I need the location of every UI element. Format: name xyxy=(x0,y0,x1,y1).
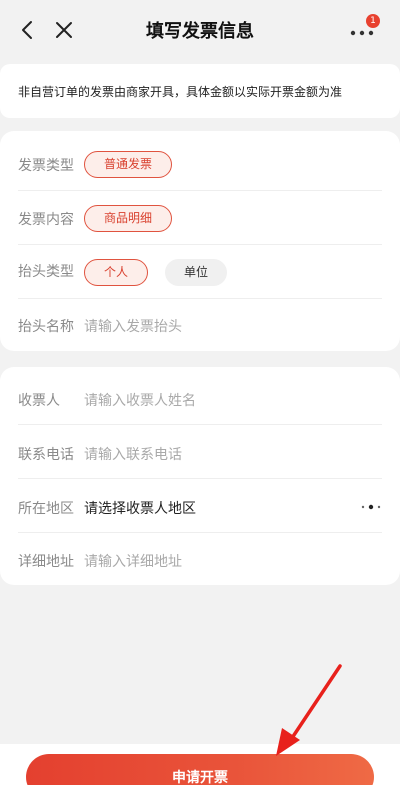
invoice-content-row: 发票内容 商品明细 xyxy=(0,191,400,244)
recipient-region-select[interactable]: 请选择收票人地区 xyxy=(84,498,196,518)
recipient-address-input[interactable]: 请输入详细地址 xyxy=(84,551,182,571)
title-type-row: 抬头类型 个人 单位 xyxy=(0,245,400,298)
title-type-chip-company[interactable]: 单位 xyxy=(165,259,227,286)
title-type-label: 抬头类型 xyxy=(18,264,74,280)
recipient-name-label: 收票人 xyxy=(18,393,60,409)
invoice-type-row: 发票类型 普通发票 xyxy=(0,137,400,190)
more-dots-icon[interactable] xyxy=(360,504,382,510)
invoice-info-card: 发票类型 普通发票 发票内容 商品明细 抬头类型 个人 单位 抬头名称 请输入发… xyxy=(0,131,400,351)
title-name-input[interactable]: 请输入发票抬头 xyxy=(84,316,182,336)
recipient-region-row[interactable]: 所在地区 请选择收票人地区 xyxy=(0,479,400,532)
recipient-name-row: 收票人 请输入收票人姓名 xyxy=(0,371,400,424)
invoice-type-label: 发票类型 xyxy=(18,158,74,174)
more-dots-icon xyxy=(350,30,374,36)
invoice-content-label: 发票内容 xyxy=(18,212,74,228)
notice-text: 非自营订单的发票由商家开具，具体金额以实际开票金额为准 xyxy=(18,85,343,99)
top-bar: 填写发票信息 1 xyxy=(0,0,400,60)
notice-banner: 非自营订单的发票由商家开具，具体金额以实际开票金额为准 xyxy=(0,64,400,118)
recipient-address-label: 详细地址 xyxy=(18,554,74,570)
invoice-type-chip-normal[interactable]: 普通发票 xyxy=(84,151,172,178)
title-name-row: 抬头名称 请输入发票抬头 xyxy=(0,299,400,352)
more-menu-button[interactable]: 1 xyxy=(344,14,384,44)
recipient-phone-label: 联系电话 xyxy=(18,447,74,463)
title-name-label: 抬头名称 xyxy=(18,319,74,335)
recipient-phone-row: 联系电话 请输入联系电话 xyxy=(0,425,400,478)
annotation-arrow-icon xyxy=(276,664,342,756)
title-type-chip-personal[interactable]: 个人 xyxy=(84,259,148,286)
invoice-content-chip-detail[interactable]: 商品明细 xyxy=(84,205,172,232)
recipient-name-input[interactable]: 请输入收票人姓名 xyxy=(84,390,196,410)
recipient-region-label: 所在地区 xyxy=(18,501,74,517)
recipient-info-card: 收票人 请输入收票人姓名 联系电话 请输入联系电话 所在地区 请选择收票人地区 … xyxy=(0,367,400,585)
recipient-address-row: 详细地址 请输入详细地址 xyxy=(0,533,400,586)
page-title: 填写发票信息 xyxy=(146,21,254,42)
notification-badge: 1 xyxy=(366,14,380,28)
recipient-phone-input[interactable]: 请输入联系电话 xyxy=(84,444,182,464)
